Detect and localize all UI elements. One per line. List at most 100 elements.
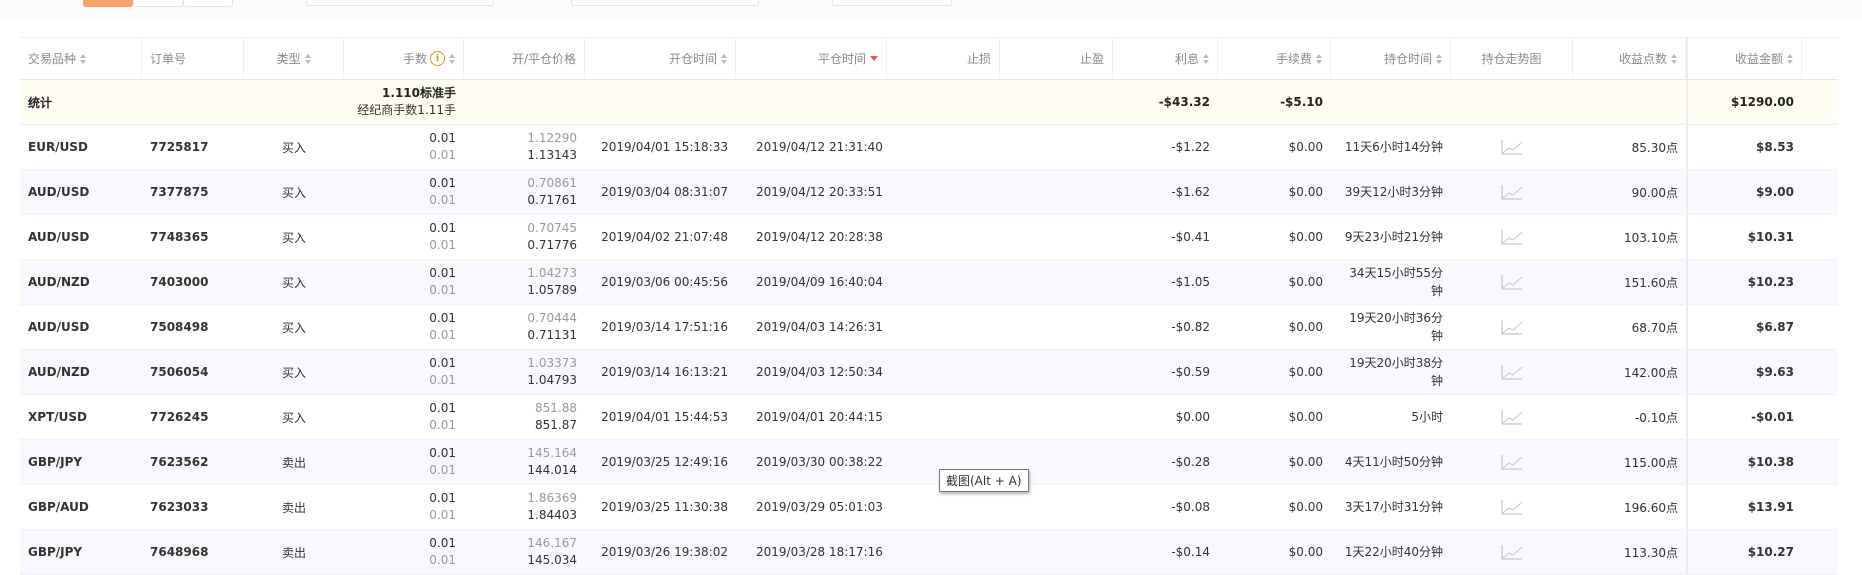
cell-lots: 0.01 0.01 xyxy=(344,260,464,304)
sort-icon xyxy=(80,53,87,64)
lot2-value: 0.01 xyxy=(429,238,456,252)
table-row[interactable]: XPT/USD 7726245 买入 0.01 0.01 851.88 851.87 2019… xyxy=(20,395,1838,440)
trend-chart-icon[interactable] xyxy=(1500,543,1524,561)
cell-type: 卖出 xyxy=(281,545,306,560)
cell-swap: -$1.62 xyxy=(1171,185,1210,199)
cell-close-time: 2019/04/09 16:40:04 xyxy=(756,275,883,289)
cell-amount: $10.31 xyxy=(1686,215,1802,259)
table-row[interactable]: AUD/USD 7748365 买入 0.01 0.01 0.70745 0.71776 20… xyxy=(20,215,1838,260)
col-type[interactable]: 类型 xyxy=(244,38,344,79)
trend-chart-icon[interactable] xyxy=(1500,183,1524,201)
trend-chart-icon[interactable] xyxy=(1500,408,1524,426)
col-label: 开/平仓价格 xyxy=(511,52,576,66)
cell-symbol: AUD/USD xyxy=(28,320,90,334)
table-row[interactable]: GBP/AUD 7623033 卖出 0.01 0.01 1.86369 1.84403 20… xyxy=(20,485,1838,530)
filter-tab-active[interactable] xyxy=(83,0,133,7)
search-filter[interactable] xyxy=(832,0,952,6)
cell-trend[interactable] xyxy=(1451,125,1573,169)
summary-lots-std: 1.110标准手 xyxy=(382,86,456,100)
cell-price: 1.04273 1.05789 xyxy=(464,260,585,304)
sort-icon xyxy=(721,53,727,64)
summary-empty xyxy=(887,80,1000,124)
cell-lots: 0.01 0.01 xyxy=(344,530,464,574)
filter-tab[interactable] xyxy=(133,0,183,7)
cell-price: 0.70745 0.71776 xyxy=(464,215,585,259)
col-points[interactable]: 收益点数 xyxy=(1573,38,1686,79)
summary-lots-broker: 经纪商手数1.11手 xyxy=(357,103,456,117)
cell-order: 7623562 xyxy=(150,455,209,469)
trend-chart-icon[interactable] xyxy=(1500,498,1524,516)
cell-lots: 0.01 0.01 xyxy=(344,305,464,349)
cell-trend[interactable] xyxy=(1451,440,1573,484)
table-row[interactable]: EUR/USD 7725817 买入 0.01 0.01 1.12290 1.13143 20… xyxy=(20,125,1838,170)
lot1-value: 0.01 xyxy=(429,446,456,460)
cell-trend[interactable] xyxy=(1451,530,1573,574)
col-hold[interactable]: 持仓时间 xyxy=(1331,38,1451,79)
cell-trend[interactable] xyxy=(1451,305,1573,349)
cell-trend[interactable] xyxy=(1451,260,1573,304)
cell-fee: $0.00 xyxy=(1288,500,1323,514)
col-label: 平仓时间 xyxy=(817,52,866,66)
sort-icon xyxy=(1671,53,1677,64)
cell-trend[interactable] xyxy=(1451,170,1573,214)
open-price-value: 1.86369 xyxy=(527,491,577,505)
cell-order: 7508498 xyxy=(150,320,209,334)
summary-empty xyxy=(1331,80,1451,124)
trend-chart-icon[interactable] xyxy=(1500,318,1524,336)
date-filter-end[interactable] xyxy=(571,0,759,6)
trend-chart-icon[interactable] xyxy=(1500,363,1524,381)
lot1-value: 0.01 xyxy=(429,266,456,280)
col-swap[interactable]: 利息 xyxy=(1113,38,1218,79)
trend-chart-icon[interactable] xyxy=(1500,453,1524,471)
col-amount[interactable]: 收益金额 xyxy=(1686,38,1802,79)
cell-amount: $10.38 xyxy=(1686,440,1802,484)
lot1-value: 0.01 xyxy=(429,131,456,145)
summary-empty xyxy=(1451,80,1573,124)
trend-chart-icon[interactable] xyxy=(1500,138,1524,156)
lot2-value: 0.01 xyxy=(429,373,456,387)
date-filter-start[interactable] xyxy=(306,0,494,6)
cell-type: 买入 xyxy=(281,185,306,200)
cell-swap: -$1.22 xyxy=(1171,140,1210,154)
table-row[interactable]: AUD/NZD 7403000 买入 0.01 0.01 1.04273 1.05789 20… xyxy=(20,260,1838,305)
cell-amount: $13.91 xyxy=(1686,485,1802,529)
cell-points: -0.10点 xyxy=(1634,410,1678,425)
filter-tab[interactable] xyxy=(183,0,233,7)
info-icon[interactable]: i xyxy=(430,51,445,66)
col-symbol[interactable]: 交易品种 xyxy=(20,38,142,79)
cell-trend[interactable] xyxy=(1451,215,1573,259)
cell-open-time: 2019/03/14 17:51:16 xyxy=(601,320,728,334)
cell-price: 145.164 144.014 xyxy=(464,440,585,484)
cell-trend[interactable] xyxy=(1451,395,1573,439)
cell-order: 7403000 xyxy=(150,275,209,289)
summary-empty xyxy=(736,80,887,124)
close-price-value: 1.84403 xyxy=(527,508,577,522)
cell-close-time: 2019/04/01 20:44:15 xyxy=(756,410,883,424)
table-row[interactable]: AUD/NZD 7506054 买入 0.01 0.01 1.03373 1.04793 20… xyxy=(20,350,1838,395)
table-row[interactable]: GBP/JPY 7623562 卖出 0.01 0.01 145.164 144.014 20… xyxy=(20,440,1838,485)
col-open-time[interactable]: 开仓时间 xyxy=(585,38,736,79)
cell-trend[interactable] xyxy=(1451,485,1573,529)
lot1-value: 0.01 xyxy=(429,221,456,235)
trend-chart-icon[interactable] xyxy=(1500,228,1524,246)
table-row[interactable]: GBP/JPY 7648968 卖出 0.01 0.01 146.167 145.034 20… xyxy=(20,530,1838,575)
cell-open-time: 2019/04/02 21:07:48 xyxy=(601,230,728,244)
table-row[interactable]: AUD/USD 7377875 买入 0.01 0.01 0.70861 0.71761 20… xyxy=(20,170,1838,215)
col-label: 收益点数 xyxy=(1618,52,1667,66)
table-row[interactable]: AUD/USD 7508498 买入 0.01 0.01 0.70444 0.71131 20… xyxy=(20,305,1838,350)
cell-hold: 11天6小时14分钟 xyxy=(1344,140,1443,154)
cell-order: 7725817 xyxy=(150,140,209,154)
summary-empty xyxy=(585,80,736,124)
col-fee[interactable]: 手续费 xyxy=(1218,38,1331,79)
cell-order: 7506054 xyxy=(150,365,209,379)
cell-tp xyxy=(1000,215,1113,259)
cell-swap: -$0.41 xyxy=(1171,230,1210,244)
cell-open-time: 2019/04/01 15:44:53 xyxy=(601,410,728,424)
trend-chart-icon[interactable] xyxy=(1500,273,1524,291)
cell-amount: $8.53 xyxy=(1686,125,1802,169)
col-lots[interactable]: 手数 i xyxy=(344,38,464,79)
cell-swap: -$0.28 xyxy=(1171,455,1210,469)
cell-points: 103.10点 xyxy=(1624,230,1678,245)
cell-trend[interactable] xyxy=(1451,350,1573,394)
col-close-time[interactable]: 平仓时间 xyxy=(736,38,887,79)
